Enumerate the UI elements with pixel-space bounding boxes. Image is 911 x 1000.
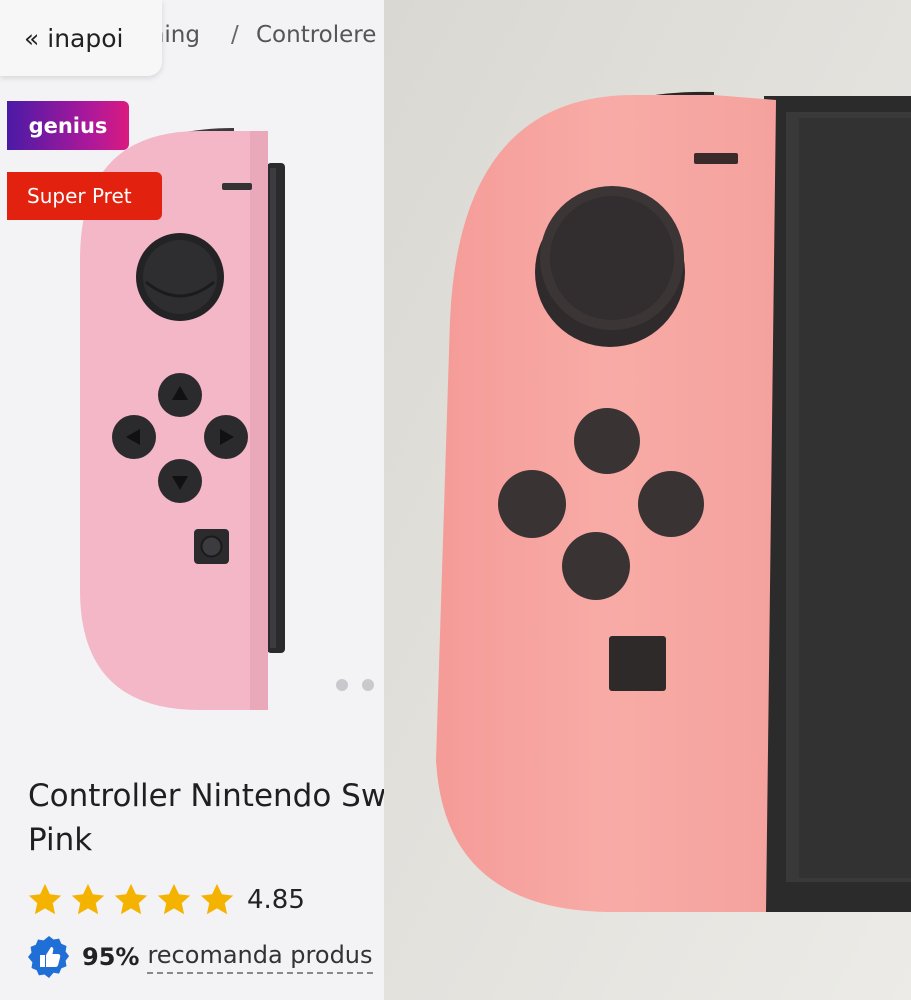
star-icon — [157, 883, 191, 915]
breadcrumb-item-controllers[interactable]: Controlere — [256, 22, 376, 48]
thumbs-up-badge-icon — [28, 936, 70, 978]
star-icon — [114, 883, 148, 915]
product-title-line: Controller Nintendo Sw — [28, 778, 384, 814]
recommendation-text[interactable]: recomanda produs — [147, 941, 373, 974]
genius-badge: genius — [7, 101, 129, 150]
recommendation-percent: 95% — [82, 943, 140, 971]
back-button[interactable]: « inapoi — [0, 0, 162, 76]
carousel-dot[interactable] — [362, 679, 374, 691]
rating-row[interactable]: 4.85 — [26, 881, 305, 919]
star-icon — [71, 883, 105, 915]
product-title-line: Pink — [28, 822, 93, 858]
carousel-dots[interactable] — [336, 679, 374, 691]
product-title: Controller Nintendo Sw Pink — [28, 774, 384, 862]
rating-value: 4.85 — [247, 885, 305, 915]
photo-panel — [384, 0, 911, 1000]
breadcrumb-separator: / — [231, 22, 239, 48]
star-icon — [200, 883, 234, 915]
carousel-dot[interactable] — [336, 679, 348, 691]
product-page-panel: ming / Controlere « inapoi genius Super … — [0, 0, 384, 1000]
recommendation-row[interactable]: 95% recomanda produs — [26, 934, 373, 980]
super-pret-badge: Super Pret — [7, 172, 162, 220]
breadcrumb: ming / Controlere « inapoi — [0, 0, 384, 78]
star-icon — [28, 883, 62, 915]
joycon-photo — [384, 0, 911, 1000]
